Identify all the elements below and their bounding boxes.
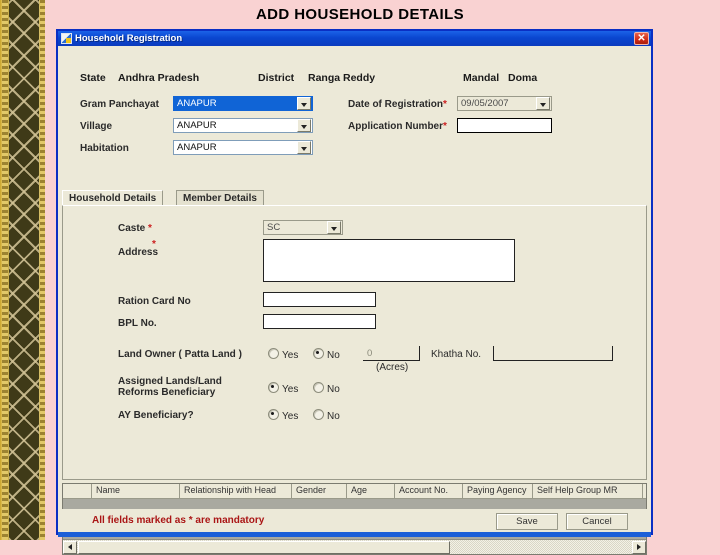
khatha-no-input[interactable]: [493, 346, 613, 361]
save-button[interactable]: Save: [496, 513, 558, 530]
ration-card-label: Ration Card No: [118, 296, 191, 307]
caste-label: Caste *: [118, 223, 152, 234]
cancel-button[interactable]: Cancel: [566, 513, 628, 530]
scrollbar-thumb[interactable]: [78, 540, 450, 554]
scroll-left-icon[interactable]: [63, 540, 77, 554]
mandal-value: Doma: [508, 72, 538, 84]
radio-dot-icon: [268, 348, 279, 359]
window-app-icon: [61, 33, 72, 44]
border-pink-edge: [45, 0, 48, 540]
state-label: State: [80, 72, 106, 84]
gram-panchayat-label: Gram Panchayat: [80, 99, 159, 110]
required-marker: *: [148, 223, 152, 234]
chevron-down-icon[interactable]: [297, 97, 311, 110]
habitation-value: ANAPUR: [177, 142, 217, 153]
chevron-down-icon[interactable]: [536, 97, 550, 110]
required-marker: *: [152, 239, 156, 250]
state-value: Andhra Pradesh: [118, 72, 200, 84]
radio-dot-icon: [313, 409, 324, 420]
assigned-land-label: Assigned Lands/Land Reforms Beneficiary: [118, 376, 222, 398]
household-registration-window: Household Registration ✕ State Andhra Pr…: [56, 29, 653, 555]
acres-input[interactable]: [363, 346, 420, 361]
gram-panchayat-select[interactable]: ANAPUR: [173, 96, 313, 111]
gram-panchayat-value: ANAPUR: [177, 98, 217, 109]
assigned-land-no-radio[interactable]: No: [313, 382, 340, 395]
land-owner-yes-radio[interactable]: Yes: [268, 348, 298, 361]
village-value: ANAPUR: [177, 120, 217, 131]
bpl-no-label: BPL No.: [118, 318, 157, 329]
grid-col-account-no: Account No.: [395, 484, 463, 498]
window-titlebar: Household Registration ✕: [58, 31, 651, 46]
radio-dot-icon: [268, 409, 279, 420]
decorative-border-strip: [0, 0, 48, 540]
land-owner-no-radio[interactable]: No: [313, 348, 340, 361]
grid-corner-cell: [63, 484, 92, 498]
bpl-no-input[interactable]: [263, 314, 376, 329]
tab-household-details[interactable]: Household Details: [62, 190, 164, 206]
close-icon[interactable]: ✕: [634, 32, 649, 45]
khatha-no-label: Khatha No.: [431, 349, 482, 360]
address-textarea[interactable]: [263, 239, 515, 282]
date-of-registration-select[interactable]: 09/05/2007: [457, 96, 552, 111]
member-grid-header: Name Relationship with Head Gender Age A…: [63, 484, 646, 499]
border-diamond-pattern: [9, 0, 39, 540]
district-value: Ranga Reddy: [308, 72, 376, 84]
horizontal-scrollbar[interactable]: [63, 539, 646, 554]
acres-unit-label: (Acres): [376, 362, 409, 373]
assigned-land-yes-radio[interactable]: Yes: [268, 382, 298, 395]
radio-dot-icon: [313, 382, 324, 393]
household-details-panel: Caste * SC Address * Ration Card No BPL …: [62, 205, 647, 480]
location-header-row: State Andhra Pradesh District Ranga Redd…: [58, 72, 651, 88]
application-number-input[interactable]: [457, 118, 552, 133]
application-number-label: Application Number*: [348, 121, 447, 132]
mandatory-note: All fields marked as * are mandatory: [92, 515, 265, 526]
chevron-down-icon[interactable]: [297, 141, 311, 154]
ay-beneficiary-yes-radio[interactable]: Yes: [268, 409, 298, 422]
address-label: Address *: [118, 239, 159, 258]
grid-col-name: Name: [92, 484, 180, 498]
chevron-down-icon[interactable]: [297, 119, 311, 132]
radio-dot-icon: [313, 348, 324, 359]
date-of-registration-value: 09/05/2007: [461, 98, 509, 109]
required-marker: *: [443, 99, 447, 110]
mandal-label: Mandal: [463, 72, 500, 84]
grid-col-paying-agency: Paying Agency: [463, 484, 533, 498]
grid-col-gender: Gender: [292, 484, 347, 498]
ay-beneficiary-no-radio[interactable]: No: [313, 409, 340, 422]
border-edge-left: [2, 0, 8, 540]
tab-member-details[interactable]: Member Details: [176, 190, 264, 206]
ay-beneficiary-label: AY Beneficiary?: [118, 410, 194, 421]
tabstrip: Household Details Member Details: [62, 190, 647, 206]
village-label: Village: [80, 121, 113, 132]
page-title: ADD HOUSEHOLD DETAILS: [255, 6, 465, 23]
habitation-select[interactable]: ANAPUR: [173, 140, 313, 155]
grid-col-relationship: Relationship with Head: [180, 484, 292, 498]
caste-value: SC: [267, 222, 281, 233]
district-label: District: [258, 72, 295, 84]
ration-card-input[interactable]: [263, 292, 376, 307]
grid-col-age: Age: [347, 484, 395, 498]
grid-col-self-help-group: Self Help Group MR: [533, 484, 643, 498]
chevron-down-icon[interactable]: [327, 221, 341, 234]
land-owner-label: Land Owner ( Patta Land ): [118, 349, 242, 360]
window-body: State Andhra Pradesh District Ranga Redd…: [58, 46, 651, 555]
caste-select[interactable]: SC: [263, 220, 343, 235]
habitation-label: Habitation: [80, 143, 129, 154]
radio-dot-icon: [268, 382, 279, 393]
village-select[interactable]: ANAPUR: [173, 118, 313, 133]
status-strip: [58, 532, 651, 537]
window-title: Household Registration: [75, 33, 183, 44]
date-of-registration-label: Date of Registration*: [348, 99, 447, 110]
required-marker: *: [443, 121, 447, 132]
window-footer: All fields marked as * are mandatory Sav…: [58, 509, 651, 537]
scroll-right-icon[interactable]: [632, 540, 646, 554]
